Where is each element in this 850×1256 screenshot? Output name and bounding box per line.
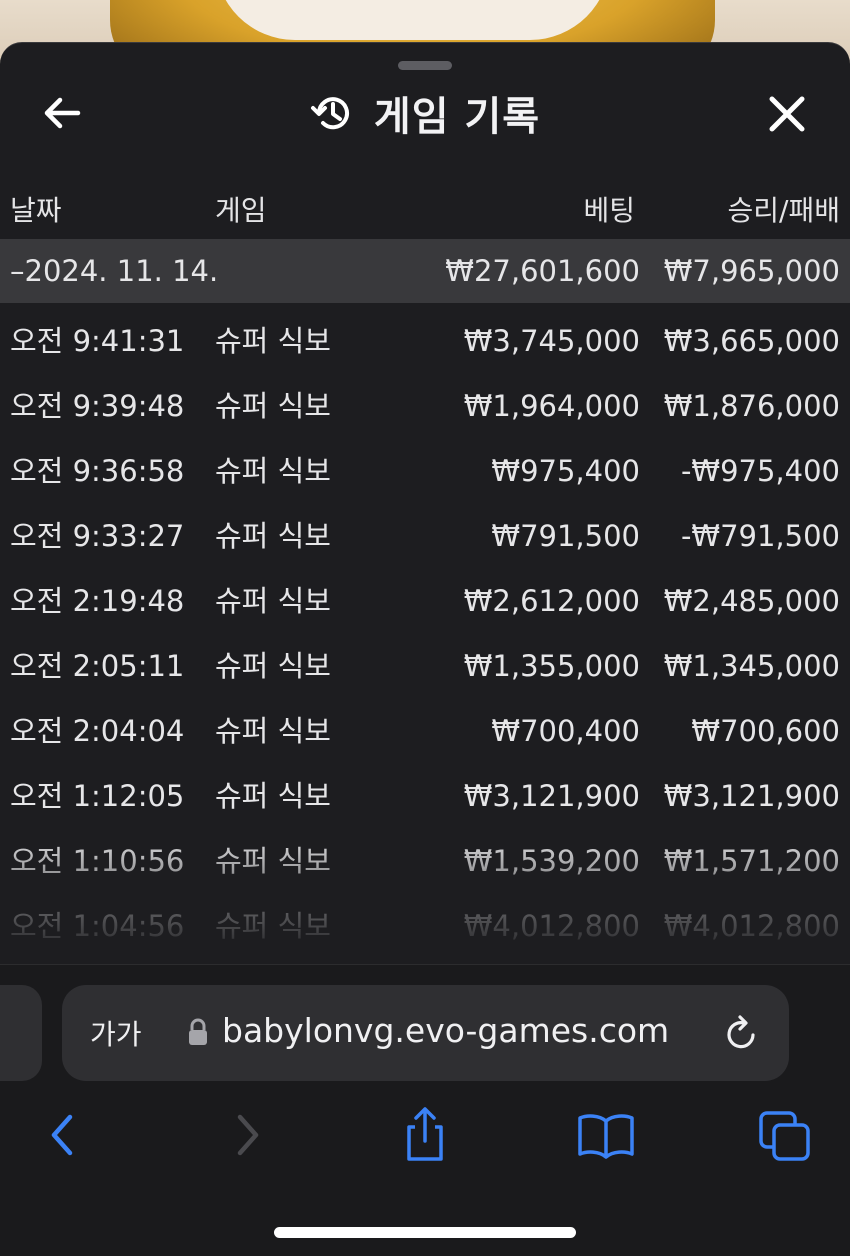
- date-group-label: –2024. 11. 14.: [10, 254, 219, 288]
- row-result: ₩2,485,000: [663, 584, 840, 618]
- row-game: 슈퍼 식보: [215, 649, 331, 683]
- close-button[interactable]: [762, 89, 812, 139]
- sheet-grabber[interactable]: [398, 61, 452, 70]
- column-header-game: 게임: [215, 194, 267, 227]
- row-result: ₩3,665,000: [663, 324, 840, 358]
- row-game: 슈퍼 식보: [215, 909, 331, 943]
- row-time: 오전 9:39:48: [10, 389, 185, 423]
- browser-forward-button[interactable]: [218, 1105, 278, 1165]
- row-time: 오전 9:36:58: [10, 454, 185, 488]
- book-icon: [578, 1114, 634, 1159]
- bookmarks-button[interactable]: [575, 1105, 637, 1165]
- table-row[interactable]: 오전 9:36:58 슈퍼 식보 ₩975,400 -₩975,400: [0, 451, 850, 491]
- sheet-header: 게임 기록: [0, 73, 850, 153]
- row-result: ₩4,012,800: [663, 909, 840, 943]
- table-row[interactable]: 오전 2:19:48 슈퍼 식보 ₩2,612,000 ₩2,485,000: [0, 581, 850, 621]
- row-game: 슈퍼 식보: [215, 779, 331, 813]
- column-header-bet: 베팅: [583, 194, 635, 227]
- browser-toolbar: [0, 1105, 850, 1175]
- table-row[interactable]: 오전 2:05:11 슈퍼 식보 ₩1,355,000 ₩1,345,000: [0, 646, 850, 686]
- row-time: 오전 1:10:56: [10, 844, 185, 878]
- table-row[interactable]: 오전 9:33:27 슈퍼 식보 ₩791,500 -₩791,500: [0, 516, 850, 556]
- row-time: 오전 2:19:48: [10, 584, 185, 618]
- table-row[interactable]: 오전 1:04:56 슈퍼 식보 ₩4,012,800 ₩4,012,800: [0, 906, 850, 946]
- history-icon: [310, 97, 349, 130]
- column-header-result: 승리/패배: [727, 194, 840, 227]
- row-result: ₩1,345,000: [663, 649, 840, 683]
- lock-icon: [189, 1018, 207, 1045]
- row-bet: ₩4,012,800: [463, 909, 640, 943]
- home-indicator: [274, 1227, 576, 1238]
- chevron-left-icon: [51, 1114, 73, 1156]
- previous-tab-peek[interactable]: [0, 985, 42, 1081]
- address-bar[interactable]: 가가 babylonvg.evo-games.com: [62, 985, 789, 1081]
- share-icon: [407, 1107, 443, 1161]
- table-row[interactable]: 오전 1:12:05 슈퍼 식보 ₩3,121,900 ₩3,121,900: [0, 776, 850, 816]
- row-game: 슈퍼 식보: [215, 584, 331, 618]
- date-group-result-total: ₩7,965,000: [663, 254, 840, 288]
- row-result: ₩1,876,000: [663, 389, 840, 423]
- row-result: ₩700,600: [691, 714, 840, 748]
- background-coin-center: [215, 0, 610, 40]
- row-result: ₩3,121,900: [663, 779, 840, 813]
- url-text[interactable]: babylonvg.evo-games.com: [222, 1011, 669, 1050]
- row-bet: ₩3,745,000: [463, 324, 640, 358]
- share-button[interactable]: [395, 1105, 455, 1165]
- row-game: 슈퍼 식보: [215, 454, 331, 488]
- table-row[interactable]: 오전 9:39:48 슈퍼 식보 ₩1,964,000 ₩1,876,000: [0, 386, 850, 426]
- table-row[interactable]: 오전 9:41:31 슈퍼 식보 ₩3,745,000 ₩3,665,000: [0, 321, 850, 361]
- row-game: 슈퍼 식보: [215, 519, 331, 553]
- row-time: 오전 9:41:31: [10, 324, 185, 358]
- row-game: 슈퍼 식보: [215, 714, 331, 748]
- row-time: 오전 9:33:27: [10, 519, 185, 553]
- row-result: -₩791,500: [680, 519, 840, 553]
- reload-icon[interactable]: [722, 1013, 760, 1053]
- row-bet: ₩1,539,200: [463, 844, 640, 878]
- close-icon: [769, 96, 805, 132]
- row-time: 오전 2:05:11: [10, 649, 185, 683]
- row-bet: ₩2,612,000: [463, 584, 640, 618]
- row-bet: ₩1,355,000: [463, 649, 640, 683]
- row-bet: ₩1,964,000: [463, 389, 640, 423]
- page-title: 게임 기록: [373, 94, 541, 140]
- tabs-button[interactable]: [756, 1105, 816, 1165]
- row-bet: ₩975,400: [491, 454, 640, 488]
- row-bet: ₩791,500: [491, 519, 640, 553]
- row-game: 슈퍼 식보: [215, 324, 331, 358]
- row-result: -₩975,400: [680, 454, 840, 488]
- game-history-sheet: 게임 기록 날짜 게임 베팅 승리/패배 –2024. 11. 14. ₩27,…: [0, 42, 850, 972]
- row-time: 오전 2:04:04: [10, 714, 185, 748]
- row-game: 슈퍼 식보: [215, 389, 331, 423]
- row-time: 오전 1:12:05: [10, 779, 185, 813]
- row-result: ₩1,571,200: [663, 844, 840, 878]
- title-group: 게임 기록: [0, 73, 850, 153]
- row-bet: ₩3,121,900: [463, 779, 640, 813]
- chevron-right-icon: [237, 1114, 259, 1156]
- row-time: 오전 1:04:56: [10, 909, 185, 943]
- row-game: 슈퍼 식보: [215, 844, 331, 878]
- reader-settings-button[interactable]: 가가: [90, 1013, 142, 1053]
- table-row[interactable]: 오전 2:04:04 슈퍼 식보 ₩700,400 ₩700,600: [0, 711, 850, 751]
- browser-chrome: 가가 babylonvg.evo-games.com: [0, 964, 850, 1256]
- date-group-row[interactable]: –2024. 11. 14. ₩27,601,600 ₩7,965,000: [0, 239, 850, 303]
- browser-back-button[interactable]: [34, 1105, 94, 1165]
- date-group-bet-total: ₩27,601,600: [445, 254, 640, 288]
- table-row[interactable]: 오전 1:10:56 슈퍼 식보 ₩1,539,200 ₩1,571,200: [0, 841, 850, 881]
- tabs-icon: [759, 1111, 810, 1161]
- row-bet: ₩700,400: [491, 714, 640, 748]
- column-header-date: 날짜: [10, 194, 62, 227]
